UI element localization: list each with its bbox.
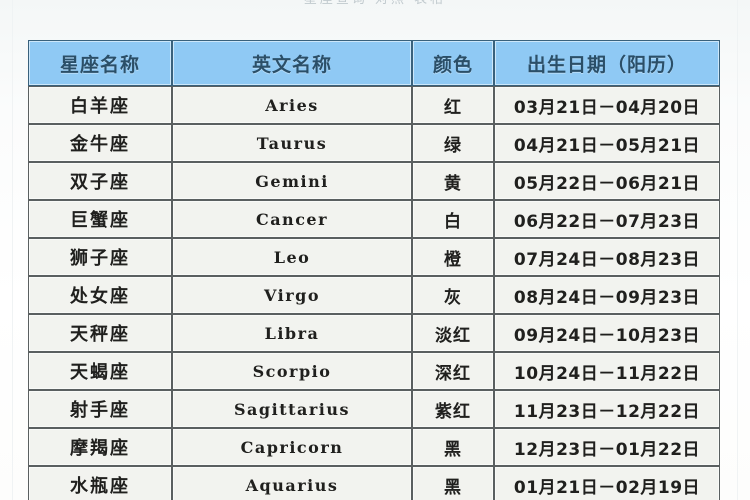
cell-zodiac-name: 白羊座 — [28, 86, 172, 124]
cell-english-name: Scorpio — [172, 352, 412, 390]
cell-color: 深红 — [412, 352, 494, 390]
page-root: 星座查询 对照 表格 星座名称 英文名称 颜色 出生日期（阳历） 白羊座Arie… — [0, 0, 750, 500]
table-header: 星座名称 英文名称 颜色 出生日期（阳历） — [28, 40, 720, 86]
cell-color: 绿 — [412, 124, 494, 162]
cell-english-name: Taurus — [172, 124, 412, 162]
cell-color: 红 — [412, 86, 494, 124]
cell-english-name: Leo — [172, 238, 412, 276]
cell-color: 白 — [412, 200, 494, 238]
column-header-color: 颜色 — [412, 40, 494, 86]
cell-english-name: Aquarius — [172, 466, 412, 500]
table-body: 白羊座 Aries 红 03月21日－04月20日 金牛座 Taurus 绿 04月21日－0… — [28, 86, 720, 500]
cell-zodiac-name: 狮子座 — [28, 238, 172, 276]
cell-color: 黄 — [412, 162, 494, 200]
cell-zodiac-name: 天蝎座 — [28, 352, 172, 390]
cell-birthdate: 03月21日－04月20日 — [494, 86, 720, 124]
cell-birthdate: 07月24日－08月23日 — [494, 238, 720, 276]
cell-color: 黑 — [412, 428, 494, 466]
table-row: 双子座 Gemini 黄 05月22日－06月21日 — [28, 162, 720, 200]
table-row: 狮子座 Leo 橙 07月24日－08月23日 — [28, 238, 720, 276]
cell-english-name: Cancer — [172, 200, 412, 238]
cell-birthdate: 11月23日－12月22日 — [494, 390, 720, 428]
table-row: 射手座 Sagittarius 紫红 11月23日－12月22日 — [28, 390, 720, 428]
table-row: 处女座 Virgo 灰 08月24日－09月23日 — [28, 276, 720, 314]
cell-birthdate: 09月24日－10月23日 — [494, 314, 720, 352]
zodiac-table-container: 星座名称 英文名称 颜色 出生日期（阳历） 白羊座 Aries 红 03月21日－04… — [28, 40, 720, 500]
cell-zodiac-name: 巨蟹座 — [28, 200, 172, 238]
page-seam-right — [737, 0, 738, 500]
cell-birthdate: 05月22日－06月21日 — [494, 162, 720, 200]
cell-english-name: Aries — [172, 86, 412, 124]
cell-english-name: Capricorn — [172, 428, 412, 466]
cell-zodiac-name: 摩羯座 — [28, 428, 172, 466]
cell-birthdate: 01月21日－02月19日 — [494, 466, 720, 500]
cell-zodiac-name: 处女座 — [28, 276, 172, 314]
cell-english-name: Libra — [172, 314, 412, 352]
cell-color: 淡红 — [412, 314, 494, 352]
cell-zodiac-name: 双子座 — [28, 162, 172, 200]
cell-english-name: Virgo — [172, 276, 412, 314]
table-row: 巨蟹座 Cancer 白 06月22日－07月23日 — [28, 200, 720, 238]
cell-birthdate: 06月22日－07月23日 — [494, 200, 720, 238]
table-row: 摩羯座 Capricorn 黑 12月23日－01月22日 — [28, 428, 720, 466]
cell-color: 橙 — [412, 238, 494, 276]
column-header-english: 英文名称 — [172, 40, 412, 86]
cell-zodiac-name: 水瓶座 — [28, 466, 172, 500]
clipped-top-text: 星座查询 对照 表格 — [0, 0, 750, 7]
table-row: 天蝎座 Scorpio 深红 10月24日－11月22日 — [28, 352, 720, 390]
cell-color: 黑 — [412, 466, 494, 500]
cell-birthdate: 10月24日－11月22日 — [494, 352, 720, 390]
table-row: 白羊座 Aries 红 03月21日－04月20日 — [28, 86, 720, 124]
column-header-name: 星座名称 — [28, 40, 172, 86]
cell-color: 紫红 — [412, 390, 494, 428]
page-seam-left — [12, 0, 13, 500]
cell-zodiac-name: 天秤座 — [28, 314, 172, 352]
cell-color: 灰 — [412, 276, 494, 314]
table-row: 金牛座 Taurus 绿 04月21日－05月21日 — [28, 124, 720, 162]
cell-birthdate: 12月23日－01月22日 — [494, 428, 720, 466]
zodiac-table: 星座名称 英文名称 颜色 出生日期（阳历） 白羊座 Aries 红 03月21日－04… — [28, 40, 720, 500]
column-header-birthdate: 出生日期（阳历） — [494, 40, 720, 86]
cell-english-name: Sagittarius — [172, 390, 412, 428]
cell-zodiac-name: 射手座 — [28, 390, 172, 428]
cell-zodiac-name: 金牛座 — [28, 124, 172, 162]
cell-birthdate: 04月21日－05月21日 — [494, 124, 720, 162]
table-header-row: 星座名称 英文名称 颜色 出生日期（阳历） — [28, 40, 720, 86]
table-row: 天秤座 Libra 淡红 09月24日－10月23日 — [28, 314, 720, 352]
cell-english-name: Gemini — [172, 162, 412, 200]
clipped-top-text-label: 星座查询 对照 表格 — [304, 0, 446, 6]
cell-birthdate: 08月24日－09月23日 — [494, 276, 720, 314]
table-row: 水瓶座 Aquarius 黑 01月21日－02月19日 — [28, 466, 720, 500]
